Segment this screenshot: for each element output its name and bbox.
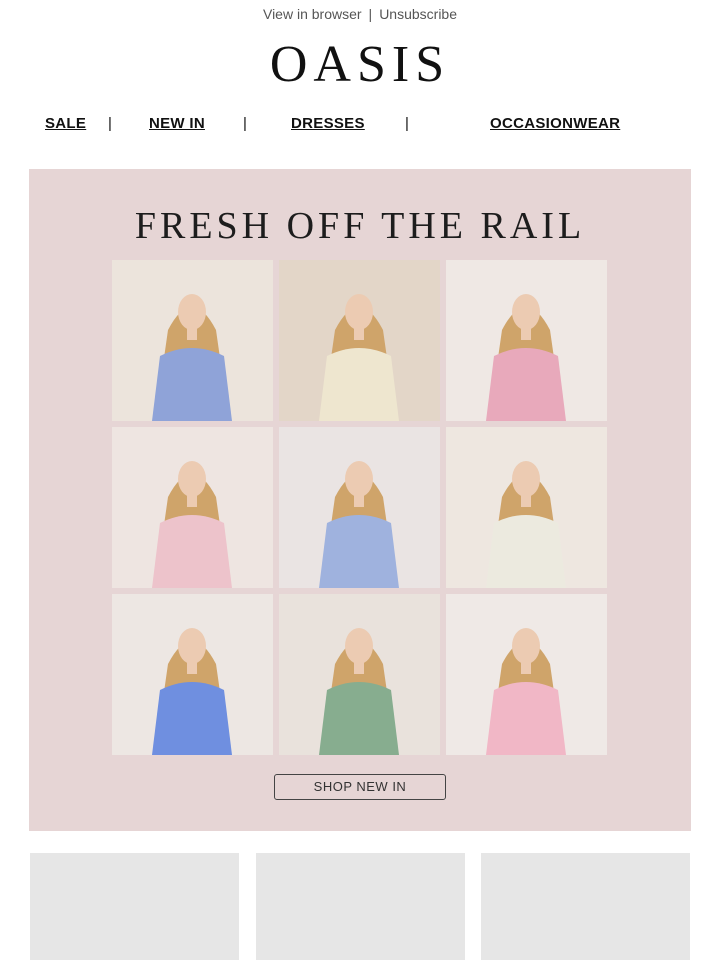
hero-banner[interactable]: FRESH OFF THE RAIL SHOP NEW IN bbox=[29, 169, 691, 831]
nav-item-sale[interactable]: SALE bbox=[45, 114, 86, 134]
top-links: View in browser | Unsubscribe bbox=[0, 4, 720, 24]
top-links-separator: | bbox=[368, 6, 373, 22]
model-photo[interactable] bbox=[279, 427, 440, 588]
shop-new-in-button[interactable]: SHOP NEW IN bbox=[274, 774, 446, 800]
product-image-placeholder[interactable] bbox=[481, 853, 690, 960]
main-nav: SALE | NEW IN | DRESSES | OCCASIONWEAR bbox=[0, 114, 720, 136]
nav-separator: | bbox=[243, 115, 247, 132]
brand-logo[interactable]: OASIS bbox=[0, 32, 720, 98]
model-photo[interactable] bbox=[112, 260, 273, 421]
nav-item-occasionwear[interactable]: OCCASIONWEAR bbox=[490, 114, 620, 134]
model-photo[interactable] bbox=[446, 594, 607, 755]
view-in-browser-link[interactable]: View in browser bbox=[263, 6, 362, 22]
product-image-placeholder[interactable] bbox=[256, 853, 465, 960]
model-photo[interactable] bbox=[279, 260, 440, 421]
nav-separator: | bbox=[405, 115, 409, 132]
unsubscribe-link[interactable]: Unsubscribe bbox=[379, 6, 457, 22]
nav-item-dresses[interactable]: DRESSES bbox=[291, 114, 365, 134]
model-photo[interactable] bbox=[279, 594, 440, 755]
model-photo[interactable] bbox=[446, 427, 607, 588]
nav-item-new-in[interactable]: NEW IN bbox=[149, 114, 205, 134]
hero-title: FRESH OFF THE RAIL bbox=[134, 205, 586, 247]
product-image-placeholder[interactable] bbox=[30, 853, 239, 960]
model-photo[interactable] bbox=[446, 260, 607, 421]
model-photo[interactable] bbox=[112, 594, 273, 755]
nav-separator: | bbox=[108, 115, 112, 132]
product-photo-grid bbox=[112, 260, 607, 755]
model-photo[interactable] bbox=[112, 427, 273, 588]
